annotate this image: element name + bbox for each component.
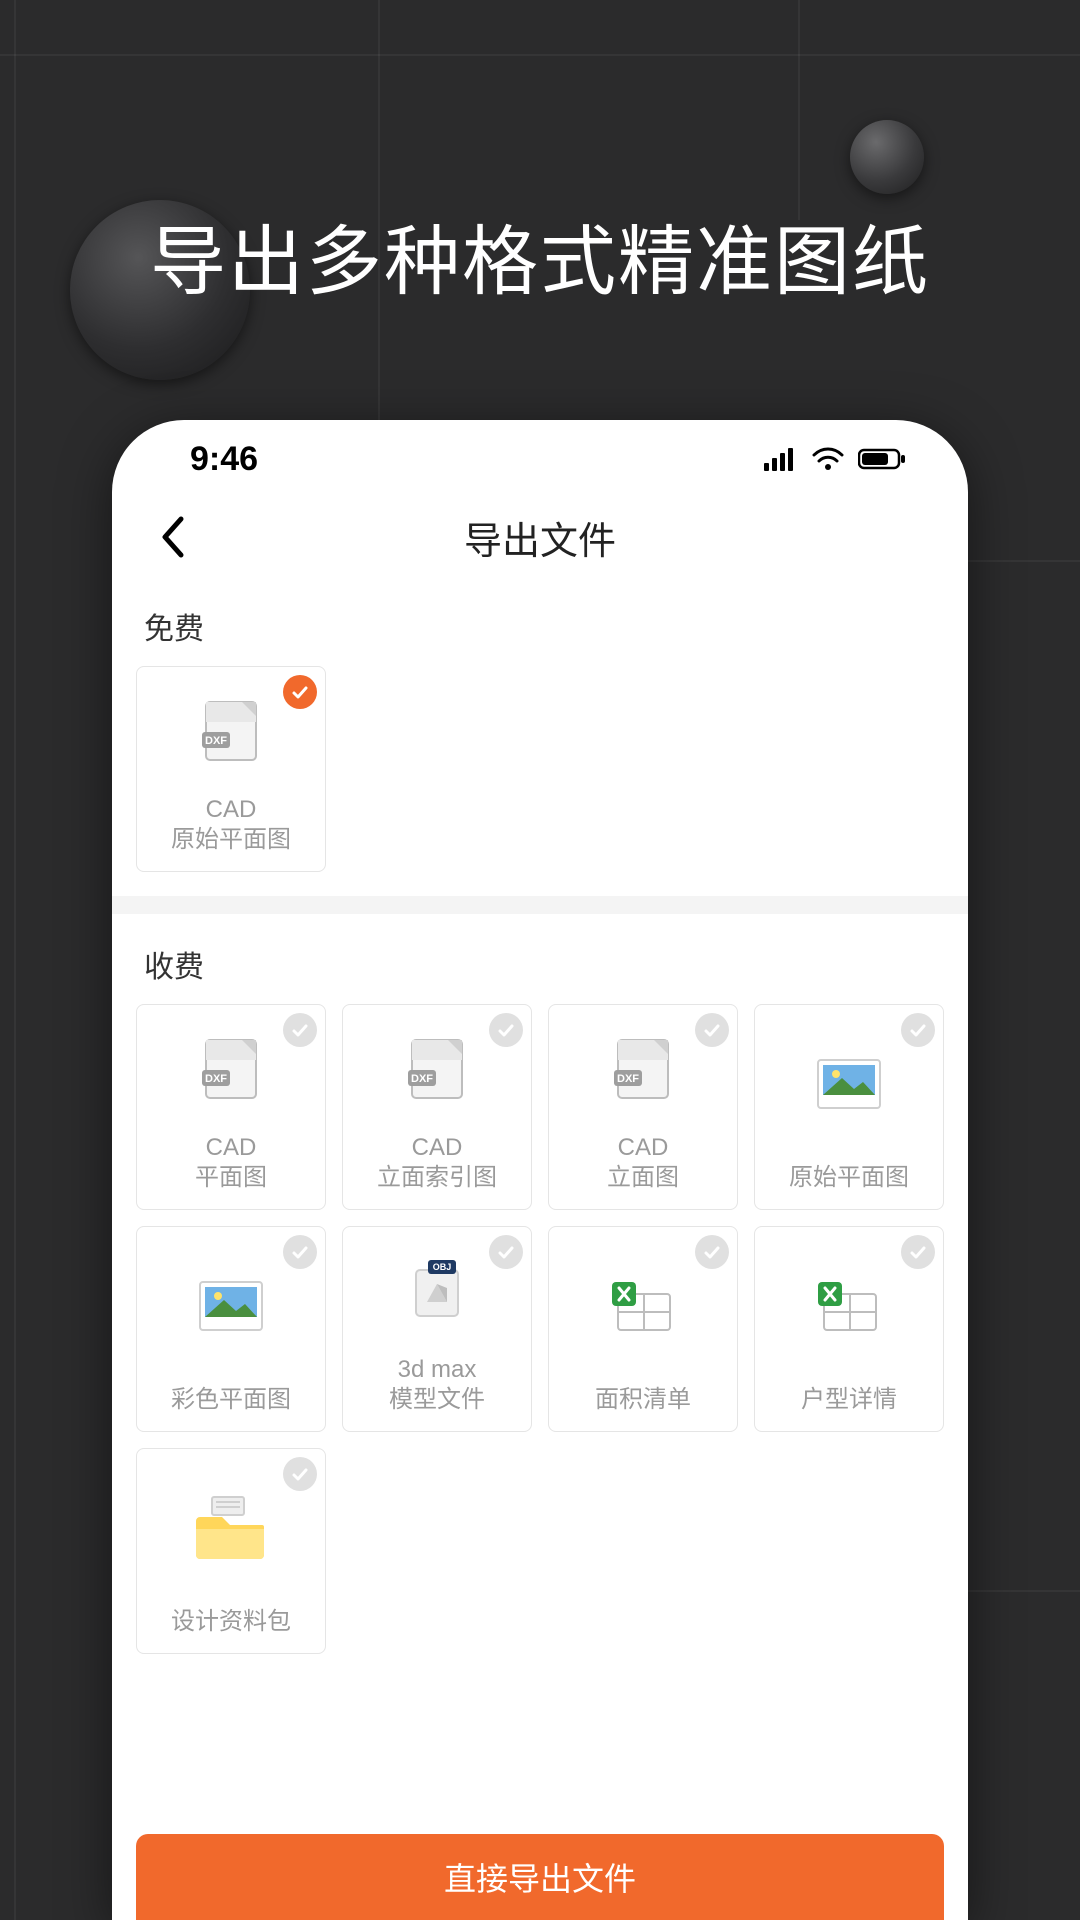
section-label-free: 免费 <box>112 576 968 666</box>
svg-text:DXF: DXF <box>205 735 227 747</box>
export-option-card[interactable]: DXF CAD立面图 <box>548 1004 738 1210</box>
export-option-card[interactable]: 原始平面图 <box>754 1004 944 1210</box>
promo-headline: 导出多种格式精准图纸 <box>0 200 1080 310</box>
card-title: CAD <box>206 1133 257 1163</box>
export-button[interactable]: 直接导出文件 <box>136 1834 944 1920</box>
export-option-card[interactable]: 设计资料包 <box>136 1448 326 1654</box>
checkmark-unselected-icon <box>283 1013 317 1047</box>
status-icons <box>764 447 906 471</box>
bg-line <box>798 0 800 220</box>
svg-text:OBJ: OBJ <box>433 1262 452 1272</box>
card-subtitle: 平面图 <box>195 1163 267 1193</box>
export-option-card[interactable]: DXF CAD立面索引图 <box>342 1004 532 1210</box>
checkmark-unselected-icon <box>695 1013 729 1047</box>
bg-line <box>0 54 1080 56</box>
card-subtitle: 模型文件 <box>389 1385 485 1415</box>
export-option-card[interactable]: 面积清单 <box>548 1226 738 1432</box>
checkmark-unselected-icon <box>901 1235 935 1269</box>
nav-bar: 导出文件 <box>112 498 968 576</box>
card-title: CAD <box>206 795 257 825</box>
card-subtitle: 原始平面图 <box>789 1163 909 1193</box>
export-option-card[interactable]: 彩色平面图 <box>136 1226 326 1432</box>
section-divider <box>112 896 968 914</box>
checkmark-unselected-icon <box>283 1235 317 1269</box>
page-title: 导出文件 <box>112 510 968 565</box>
card-title: 3d max <box>398 1355 477 1385</box>
card-subtitle: 原始平面图 <box>171 825 291 855</box>
status-bar: 9:46 <box>112 420 968 498</box>
status-time: 9:46 <box>190 440 258 479</box>
export-option-card[interactable]: DXF CAD原始平面图 <box>136 666 326 872</box>
card-subtitle: 面积清单 <box>595 1385 691 1415</box>
export-button-label: 直接导出文件 <box>444 1854 636 1900</box>
card-title: CAD <box>412 1133 463 1163</box>
card-title: CAD <box>618 1133 669 1163</box>
card-subtitle: 立面图 <box>607 1163 679 1193</box>
export-option-card[interactable]: 户型详情 <box>754 1226 944 1432</box>
svg-text:DXF: DXF <box>205 1073 227 1085</box>
wifi-icon <box>812 447 844 471</box>
back-button[interactable] <box>150 515 194 559</box>
grid-paid: DXF CAD平面图 DXF CAD立面索引图 DXF CAD立面图 原始平面图… <box>112 1004 968 1678</box>
card-subtitle: 设计资料包 <box>171 1607 291 1637</box>
checkmark-unselected-icon <box>489 1013 523 1047</box>
battery-icon <box>858 447 906 471</box>
checkmark-unselected-icon <box>283 1457 317 1491</box>
checkmark-unselected-icon <box>695 1235 729 1269</box>
checkmark-selected-icon <box>283 675 317 709</box>
chevron-left-icon <box>159 516 185 558</box>
decor-sphere-small <box>850 120 924 194</box>
card-subtitle: 立面索引图 <box>377 1163 497 1193</box>
checkmark-unselected-icon <box>489 1235 523 1269</box>
svg-text:DXF: DXF <box>617 1073 639 1085</box>
svg-text:DXF: DXF <box>411 1073 433 1085</box>
card-subtitle: 彩色平面图 <box>171 1385 291 1415</box>
grid-free: DXF CAD原始平面图 <box>112 666 968 896</box>
section-label-paid: 收费 <box>112 914 968 1004</box>
signal-icon <box>764 447 798 471</box>
checkmark-unselected-icon <box>901 1013 935 1047</box>
export-option-card[interactable]: DXF CAD平面图 <box>136 1004 326 1210</box>
export-option-card[interactable]: OBJ 3d max模型文件 <box>342 1226 532 1432</box>
card-subtitle: 户型详情 <box>801 1385 897 1415</box>
phone-frame: 9:46 导出文件 免费 DXF CAD原始平面图 收费 DXF CAD平面图 … <box>112 420 968 1920</box>
